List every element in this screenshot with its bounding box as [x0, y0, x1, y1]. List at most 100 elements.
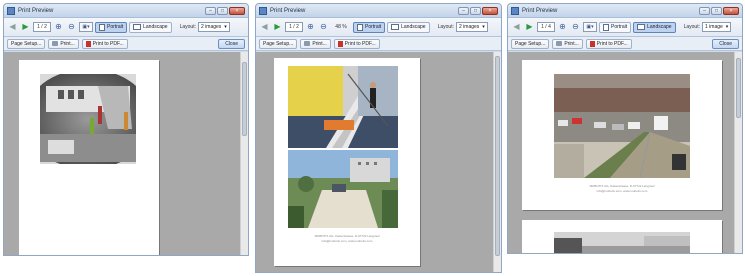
left-arrow-icon[interactable]: ◀ — [7, 22, 18, 33]
print-button[interactable]: Print... — [552, 38, 583, 49]
landscape-button[interactable]: Landscape — [129, 21, 172, 33]
page-footer-line-1: MOBOTIX AG, Kaiserstrasse, D-67722 Langm… — [314, 234, 380, 238]
title-bar[interactable]: Print Preview – □ × — [256, 4, 501, 18]
page-setup-button[interactable]: Page Setup... — [259, 38, 298, 49]
right-arrow-icon[interactable]: ▶ — [524, 22, 535, 33]
chevron-down-icon: ▾ — [224, 24, 227, 30]
printer-icon — [556, 41, 563, 46]
portrait-button[interactable]: Portrait — [95, 21, 128, 33]
vertical-scrollbar[interactable] — [240, 52, 248, 255]
action-bar: Page Setup... Print... Print to PDF... C… — [508, 37, 742, 51]
minimize-icon[interactable]: – — [699, 6, 710, 15]
title-bar[interactable]: Print Preview – □ × — [508, 4, 742, 18]
chevron-down-icon: ▾ — [482, 24, 485, 30]
page-setup-button[interactable]: Page Setup... — [7, 38, 46, 49]
layout-value: 2 images — [201, 24, 222, 30]
close-icon[interactable]: × — [723, 6, 739, 15]
printer-icon — [52, 41, 59, 46]
landscape-icon — [391, 24, 400, 30]
page-footer-line-1: MOBOTIX AG, Kaiserstrasse, D-67722 Langm… — [589, 184, 655, 188]
landscape-button[interactable]: Landscape — [387, 21, 430, 33]
preview-canvas[interactable]: MOBOTIX AG, Kaiserstrasse, D-67722 Langm… — [508, 52, 742, 253]
left-arrow-icon[interactable]: ◀ — [511, 22, 522, 33]
print-preview-window-3: Print Preview – □ × ◀ ▶ 1 / 4 ⊕ ⊖ ▣▾ Por… — [507, 3, 743, 254]
title-bar[interactable]: Print Preview – □ × — [4, 4, 248, 18]
print-label: Print... — [60, 40, 75, 47]
print-button[interactable]: Print... — [48, 38, 79, 49]
zoom-value[interactable]: 48 % — [331, 24, 351, 30]
portrait-label: Portrait — [611, 23, 628, 30]
maximize-icon[interactable]: □ — [470, 6, 481, 15]
landscape-button[interactable]: Landscape — [633, 21, 676, 33]
page-indicator[interactable]: 1 / 2 — [33, 22, 51, 32]
print-button[interactable]: Print... — [300, 38, 331, 49]
print-preview-icon — [259, 6, 267, 15]
action-bar: Page Setup... Print... Print to PDF... — [256, 37, 501, 51]
left-arrow-icon[interactable]: ◀ — [259, 22, 270, 33]
maximize-icon[interactable]: □ — [711, 6, 722, 15]
page-indicator[interactable]: 1 / 2 — [285, 22, 303, 32]
toolbar: ◀ ▶ 1 / 2 ⊕ ⊖ ▣▾ Portrait Landscape Layo… — [4, 18, 248, 37]
close-button[interactable]: Close — [712, 38, 739, 49]
camera-image-parking-lot — [288, 150, 398, 228]
vertical-scrollbar[interactable] — [734, 52, 742, 253]
layout-select[interactable]: 1 image ▾ — [702, 22, 732, 32]
page-indicator[interactable]: 1 / 4 — [537, 22, 555, 32]
camera-image-page-2 — [554, 232, 690, 253]
page-footer-line-2: info@mobotix.com, www.mobotix.com — [321, 239, 373, 243]
layout-select[interactable]: 2 images ▾ — [198, 22, 230, 32]
scrollbar-thumb[interactable] — [495, 56, 500, 256]
printer-icon — [304, 41, 311, 46]
preview-canvas[interactable]: MOBOTIX AG, Kaiserstrasse, D-67722 Langm… — [256, 52, 501, 272]
minimize-icon[interactable]: – — [205, 6, 216, 15]
print-preview-window-2: Print Preview – □ × ◀ ▶ 1 / 2 ⊕ ⊖ 48 % P… — [255, 3, 502, 273]
toolbar: ◀ ▶ 1 / 2 ⊕ ⊖ 48 % Portrait Landscape La… — [256, 18, 501, 37]
right-arrow-icon[interactable]: ▶ — [20, 22, 31, 33]
preview-page: MOBOTIX AG, Kaiserstrasse, D-67722 Langm… — [274, 58, 420, 266]
scrollbar-thumb[interactable] — [242, 62, 247, 136]
action-bar: Page Setup... Print... Print to PDF... C… — [4, 37, 248, 51]
preview-page-2 — [522, 220, 722, 253]
print-preview-icon — [7, 6, 15, 15]
print-to-pdf-button[interactable]: Print to PDF... — [333, 38, 380, 49]
layout-select[interactable]: 2 images ▾ — [456, 22, 488, 32]
close-button[interactable]: Close — [218, 38, 245, 49]
portrait-button[interactable]: Portrait — [599, 21, 632, 33]
vertical-scrollbar[interactable] — [493, 52, 501, 272]
page-setup-button[interactable]: Page Setup... — [511, 38, 550, 49]
fit-page-icon[interactable]: ▣▾ — [583, 22, 597, 32]
window-title: Print Preview — [270, 7, 306, 14]
print-pdf-label: Print to PDF... — [344, 40, 376, 47]
zoom-out-icon[interactable]: ⊖ — [66, 22, 77, 33]
zoom-in-icon[interactable]: ⊕ — [53, 22, 64, 33]
zoom-in-icon[interactable]: ⊕ — [305, 22, 316, 33]
camera-image-lobby — [28, 74, 148, 164]
portrait-button[interactable]: Portrait — [353, 21, 386, 33]
portrait-icon — [603, 23, 609, 31]
layout-label: Layout: — [437, 24, 454, 30]
window-title: Print Preview — [522, 7, 558, 14]
zoom-in-icon[interactable]: ⊕ — [557, 22, 568, 33]
print-to-pdf-button[interactable]: Print to PDF... — [81, 38, 128, 49]
minimize-icon[interactable]: – — [458, 6, 469, 15]
camera-image-car-park — [554, 74, 690, 178]
close-icon[interactable]: × — [482, 6, 498, 15]
right-arrow-icon[interactable]: ▶ — [272, 22, 283, 33]
portrait-icon — [99, 23, 105, 31]
layout-value: 2 images — [459, 24, 480, 30]
zoom-out-icon[interactable]: ⊖ — [318, 22, 329, 33]
print-preview-icon — [511, 6, 519, 15]
preview-canvas[interactable] — [4, 52, 248, 255]
portrait-icon — [357, 23, 363, 31]
scrollbar-thumb[interactable] — [736, 58, 741, 118]
print-to-pdf-button[interactable]: Print to PDF... — [585, 38, 632, 49]
maximize-icon[interactable]: □ — [217, 6, 228, 15]
camera-image-stairs — [288, 66, 398, 148]
close-icon[interactable]: × — [229, 6, 245, 15]
window-title: Print Preview — [18, 7, 54, 14]
fit-page-icon[interactable]: ▣▾ — [79, 22, 93, 32]
zoom-out-icon[interactable]: ⊖ — [570, 22, 581, 33]
layout-value: 1 image — [705, 24, 723, 30]
landscape-icon — [637, 24, 646, 30]
print-pdf-label: Print to PDF... — [596, 40, 628, 47]
